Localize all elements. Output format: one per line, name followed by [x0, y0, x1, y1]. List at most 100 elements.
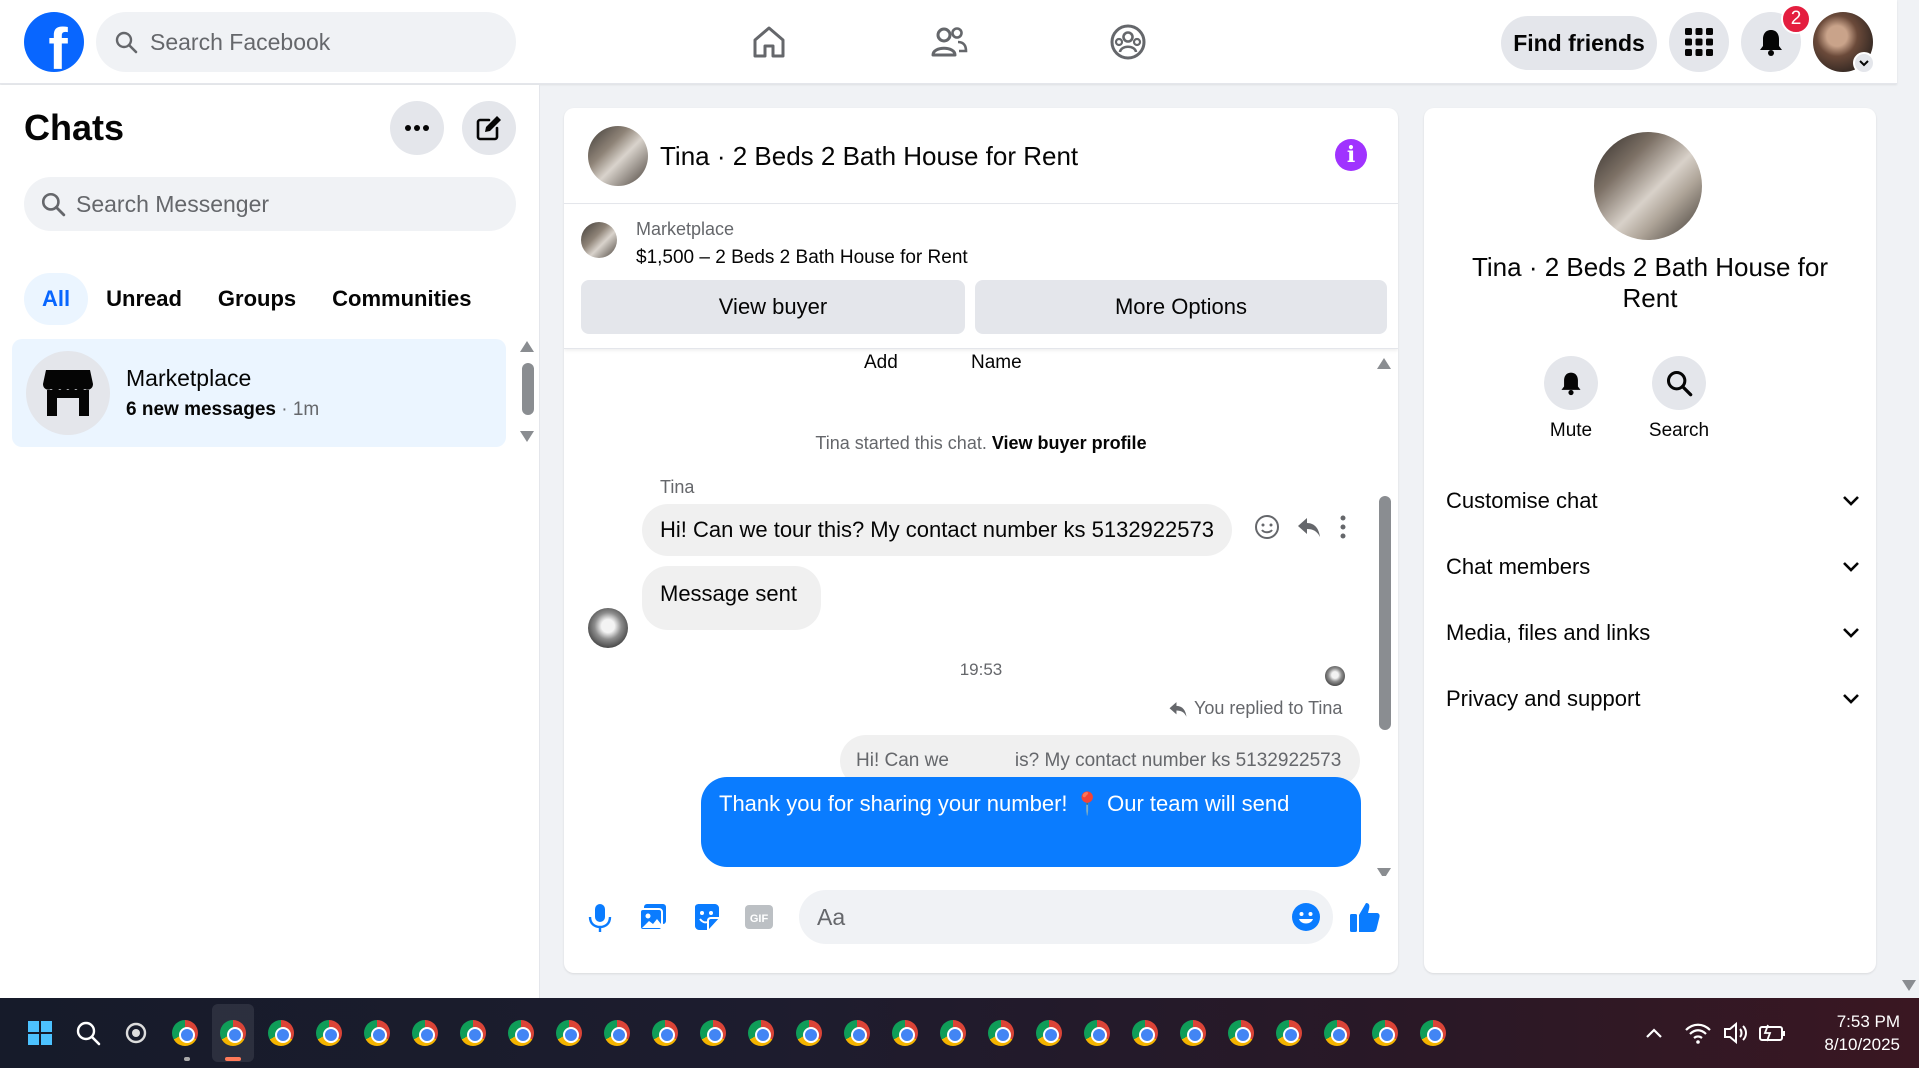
chrome-taskbar-button[interactable] — [1319, 1015, 1355, 1051]
chrome-icon — [1084, 1020, 1110, 1046]
taskbar-clock[interactable]: 7:53 PM 8/10/2025 — [1800, 1010, 1900, 1056]
chrome-taskbar-button[interactable] — [935, 1015, 971, 1051]
tab-communities[interactable]: Communities — [314, 273, 489, 325]
chrome-taskbar-button[interactable] — [887, 1015, 923, 1051]
home-icon — [753, 26, 785, 58]
chat-list-scrollbar[interactable] — [522, 363, 534, 415]
conversation-title[interactable]: Tina · 2 Beds 2 Bath House for Rent — [660, 141, 1078, 172]
chat-list-scroll-up[interactable] — [520, 341, 534, 352]
mute-action[interactable]: Mute — [1526, 356, 1616, 442]
search-action[interactable]: Search — [1634, 356, 1724, 442]
chrome-taskbar-button[interactable] — [407, 1015, 443, 1051]
new-message-button[interactable] — [462, 101, 516, 155]
chrome-taskbar-button[interactable] — [1127, 1015, 1163, 1051]
chrome-taskbar-button[interactable] — [215, 1015, 251, 1051]
chat-item-marketplace[interactable]: Marketplace 6 new messages · 1m — [12, 339, 506, 447]
chrome-taskbar-button[interactable] — [551, 1015, 587, 1051]
sticker-button[interactable] — [692, 902, 722, 937]
react-button[interactable] — [1254, 514, 1280, 545]
system-tray-expand[interactable] — [1636, 1015, 1672, 1051]
chrome-taskbar-button[interactable] — [839, 1015, 875, 1051]
messenger-search-input[interactable] — [76, 190, 496, 218]
view-buyer-profile-link[interactable]: View buyer profile — [992, 433, 1147, 453]
facebook-search-input[interactable] — [150, 28, 480, 56]
chrome-taskbar-button[interactable] — [263, 1015, 299, 1051]
view-buyer-button[interactable]: View buyer — [581, 280, 965, 334]
chat-info-avatar[interactable] — [1594, 132, 1702, 240]
chrome-taskbar-button[interactable] — [1415, 1015, 1451, 1051]
incoming-message[interactable]: Message sent — [642, 566, 821, 630]
wifi-button[interactable] — [1680, 1015, 1716, 1051]
chat-options-button[interactable] — [390, 101, 444, 155]
attach-photo-button[interactable] — [638, 902, 668, 937]
mute-label: Mute — [1549, 420, 1593, 441]
chrome-taskbar-button[interactable] — [1079, 1015, 1115, 1051]
message-input[interactable] — [817, 903, 1247, 931]
page-scroll-down[interactable] — [1902, 980, 1916, 991]
chrome-taskbar-button[interactable] — [359, 1015, 395, 1051]
find-friends-button[interactable]: Find friends — [1501, 16, 1657, 70]
sender-avatar[interactable] — [588, 608, 628, 648]
chrome-taskbar-button[interactable] — [1175, 1015, 1211, 1051]
chrome-taskbar-button[interactable] — [1223, 1015, 1259, 1051]
message-input-box[interactable] — [799, 890, 1333, 944]
volume-button[interactable] — [1718, 1015, 1754, 1051]
chrome-taskbar-button[interactable] — [455, 1015, 491, 1051]
messenger-search[interactable] — [24, 177, 516, 231]
incoming-message[interactable]: Hi! Can we tour this? My contact number … — [642, 504, 1232, 556]
message-more-button[interactable] — [1338, 514, 1348, 545]
tab-unread[interactable]: Unread — [88, 273, 200, 325]
tab-groups[interactable]: Groups — [200, 273, 314, 325]
chrome-taskbar-button[interactable] — [647, 1015, 683, 1051]
reply-icon — [1298, 518, 1320, 537]
message-composer: GIF — [564, 888, 1398, 958]
chrome-taskbar-button[interactable] — [1271, 1015, 1307, 1051]
message-list-scrollbar[interactable] — [1379, 496, 1391, 730]
chrome-taskbar-button[interactable] — [695, 1015, 731, 1051]
battery-button[interactable] — [1754, 1015, 1790, 1051]
facebook-search[interactable] — [96, 12, 516, 72]
facebook-logo[interactable]: f — [24, 12, 84, 72]
voice-clip-button[interactable] — [586, 903, 614, 938]
clock-date: 8/10/2025 — [1824, 1035, 1900, 1054]
menu-button[interactable] — [1669, 12, 1729, 72]
chrome-taskbar-button[interactable] — [599, 1015, 635, 1051]
chat-list-scroll-down[interactable] — [520, 431, 534, 442]
home-nav-button[interactable] — [745, 18, 793, 66]
chrome-icon — [892, 1020, 918, 1046]
groups-nav-button[interactable] — [1104, 18, 1152, 66]
send-like-button[interactable] — [1348, 900, 1382, 939]
message-list-scroll-up[interactable] — [1377, 358, 1391, 369]
chrome-taskbar-button[interactable] — [1031, 1015, 1067, 1051]
listing-description[interactable]: $1,500 – 2 Beds 2 Bath House for Rent — [636, 247, 968, 269]
chrome-taskbar-button[interactable] — [983, 1015, 1019, 1051]
emoji-button[interactable] — [1291, 902, 1321, 937]
task-view-button[interactable] — [118, 1015, 154, 1051]
chrome-taskbar-button[interactable] — [311, 1015, 347, 1051]
message-list-scroll-down[interactable] — [1377, 868, 1391, 876]
info-icon[interactable]: i — [1335, 139, 1367, 171]
media-files-links-section[interactable]: Media, files and links — [1446, 608, 1860, 658]
active-indicator — [225, 1057, 241, 1061]
chat-members-section[interactable]: Chat members — [1446, 542, 1860, 592]
chrome-taskbar-button[interactable] — [791, 1015, 827, 1051]
tab-all[interactable]: All — [24, 273, 89, 325]
search-in-chat-button[interactable] — [1652, 356, 1706, 410]
reply-button[interactable] — [1296, 514, 1322, 545]
friends-nav-button[interactable] — [925, 18, 973, 66]
taskbar-search-button[interactable] — [70, 1015, 106, 1051]
chrome-taskbar-button[interactable] — [1367, 1015, 1403, 1051]
more-options-button[interactable]: More Options — [975, 280, 1387, 334]
gif-button[interactable]: GIF — [744, 903, 774, 936]
account-menu-button[interactable] — [1853, 52, 1875, 74]
mute-button[interactable] — [1544, 356, 1598, 410]
customise-chat-section[interactable]: Customise chat — [1446, 476, 1860, 526]
privacy-support-section[interactable]: Privacy and support — [1446, 674, 1860, 724]
conversation-avatar[interactable] — [588, 126, 648, 186]
chrome-taskbar-button[interactable] — [503, 1015, 539, 1051]
chrome-taskbar-button[interactable] — [167, 1015, 203, 1051]
start-button[interactable] — [22, 1015, 58, 1051]
outgoing-message[interactable]: Thank you for sharing your number! 📍 Our… — [701, 777, 1361, 867]
listing-thumbnail[interactable] — [581, 222, 617, 258]
chrome-taskbar-button[interactable] — [743, 1015, 779, 1051]
